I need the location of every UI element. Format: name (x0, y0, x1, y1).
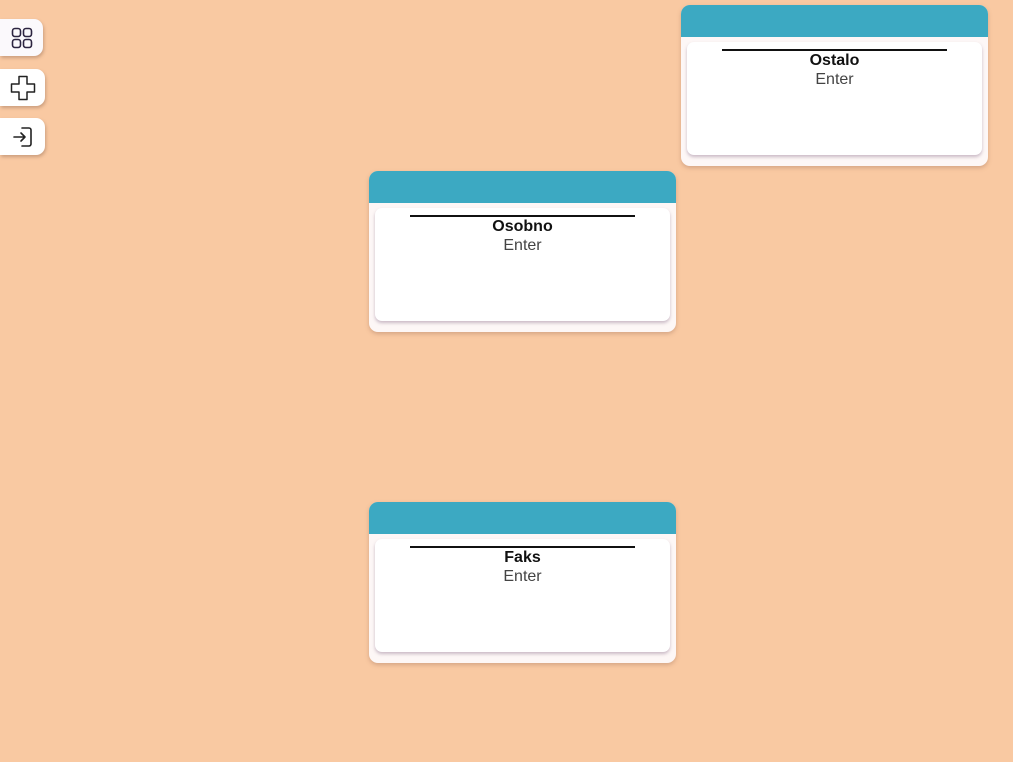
card-divider (410, 546, 635, 548)
card-divider (410, 215, 635, 217)
card-header[interactable] (369, 171, 676, 203)
card-value-field[interactable]: Enter (687, 71, 982, 89)
add-button[interactable] (0, 69, 45, 106)
card-body: Faks Enter (375, 539, 670, 652)
grid-view-button[interactable] (0, 19, 43, 56)
card-value-field[interactable]: Enter (375, 568, 670, 586)
card-osobno[interactable]: Osobno Enter (369, 171, 676, 332)
plus-icon (8, 73, 38, 103)
card-body: Osobno Enter (375, 208, 670, 321)
login-button[interactable] (0, 118, 45, 155)
card-title: Osobno (492, 218, 553, 235)
card-divider (722, 49, 947, 51)
card-title: Faks (504, 549, 541, 566)
card-ostalo[interactable]: Ostalo Enter (681, 5, 988, 166)
card-title: Ostalo (809, 52, 860, 69)
card-value-field[interactable]: Enter (375, 237, 670, 255)
card-header[interactable] (369, 502, 676, 534)
grid-icon (10, 26, 34, 50)
login-icon (11, 125, 35, 149)
card-body: Ostalo Enter (687, 42, 982, 155)
card-faks[interactable]: Faks Enter (369, 502, 676, 663)
card-header[interactable] (681, 5, 988, 37)
